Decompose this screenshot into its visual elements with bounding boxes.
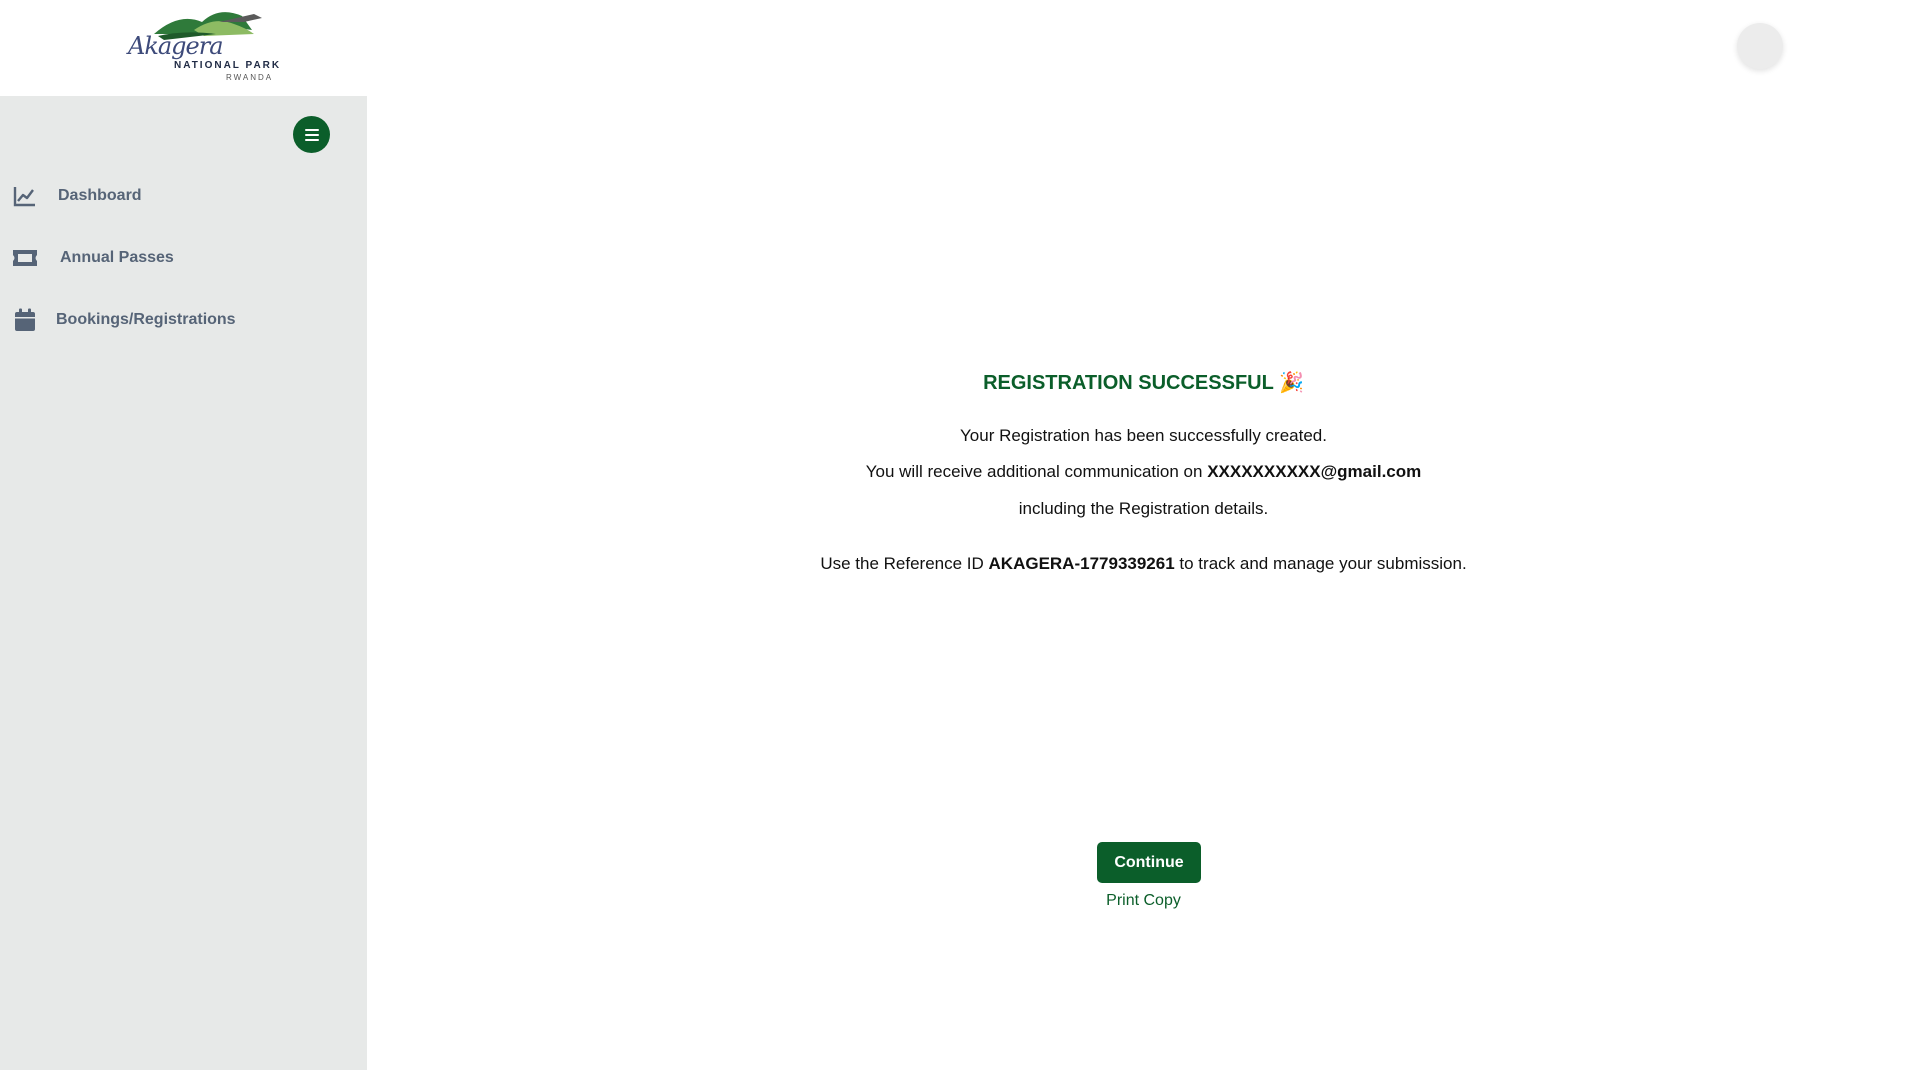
details-message: including the Registration details. (1018, 499, 1269, 518)
top-bar: Akagera NATIONAL PARK RWANDA (0, 0, 1920, 96)
chart-line-icon (12, 183, 38, 209)
sidebar: Dashboard Annual Passes Bookings/Registr… (0, 96, 367, 1070)
reference-suffix: to track and manage your submission. (1179, 554, 1467, 573)
main-content: REGISTRATION SUCCESSFUL 🎉 Your Registrat… (367, 96, 1920, 1070)
sidebar-item-bookings[interactable]: Bookings/Registrations (12, 305, 236, 335)
user-avatar[interactable] (1737, 23, 1783, 69)
success-title: REGISTRATION SUCCESSFUL 🎉 (367, 370, 1920, 395)
logo-rwanda-text: RWANDA (226, 73, 274, 82)
reference-id: AKAGERA-1779339261 (988, 554, 1175, 573)
ticket-icon (12, 245, 38, 271)
print-copy-link[interactable]: Print Copy (367, 892, 1920, 910)
success-message: Your Registration has been successfully … (960, 426, 1327, 445)
communication-message: You will receive additional communicatio… (367, 462, 1920, 482)
calendar-icon (12, 307, 38, 333)
reference-prefix: Use the Reference ID (820, 554, 984, 573)
logo-script-text: Akagera (128, 32, 224, 60)
success-title-text: REGISTRATION SUCCESSFUL (983, 372, 1274, 394)
hamburger-icon (304, 128, 319, 141)
sidebar-item-label: Annual Passes (60, 249, 174, 266)
party-popper-icon: 🎉 (1279, 372, 1304, 394)
continue-button[interactable]: Continue (1097, 842, 1201, 883)
reference-message: Use the Reference ID AKAGERA-1779339261 … (367, 554, 1920, 574)
communication-prefix: You will receive additional communicatio… (865, 462, 1203, 481)
sidebar-item-label: Dashboard (58, 187, 142, 204)
sidebar-item-label: Bookings/Registrations (56, 311, 236, 328)
menu-toggle-button[interactable] (293, 116, 330, 153)
sidebar-item-annual-passes[interactable]: Annual Passes (12, 243, 174, 273)
print-copy-label: Print Copy (1106, 892, 1181, 909)
logo-national-park-text: NATIONAL PARK (174, 60, 282, 71)
contact-email: XXXXXXXXXX@gmail.com (1207, 462, 1422, 481)
sidebar-item-dashboard[interactable]: Dashboard (12, 181, 142, 211)
akagera-logo[interactable]: Akagera NATIONAL PARK RWANDA (124, 4, 279, 84)
